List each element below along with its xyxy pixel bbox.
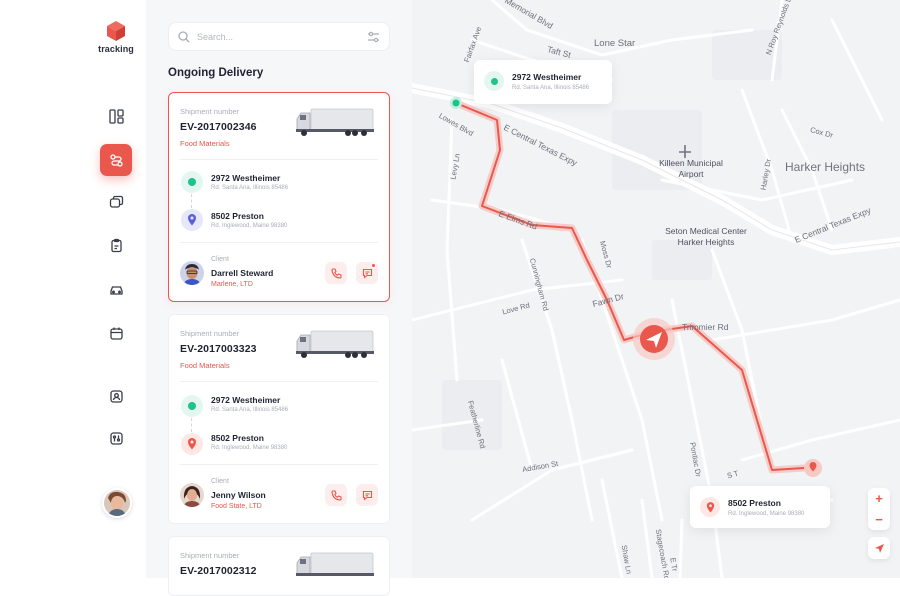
call-button[interactable] [325,484,347,506]
divider [180,381,378,382]
search-icon [178,30,190,42]
destination-address: Rd. Inglewood, Maine 98380 [211,445,288,451]
zoom-out-button[interactable]: − [868,509,890,530]
notification-dot [371,263,376,268]
destination-name: 8502 Preston [728,498,781,508]
destination-name: 8502 Preston [211,433,264,443]
origin-name: 2972 Westheimer [211,173,281,183]
zoom-in-button[interactable]: + [868,488,890,509]
origin-name: 2972 Westheimer [512,72,582,82]
origin-name: 2972 Westheimer [211,395,281,405]
shipment-card[interactable]: Shipment number EV-2017002312 [168,536,390,596]
shipment-number: EV-2017002346 [180,121,257,133]
car-icon [109,285,123,295]
client-name: Darrell Steward [211,268,274,278]
logo[interactable]: tracking [96,20,136,54]
section-title: Ongoing Delivery [168,67,264,79]
sidebar-item-settings[interactable] [100,422,132,454]
route-connector [191,418,192,432]
sidebar-item-tracking[interactable] [100,144,132,176]
map-label-harker: Harker Heights [785,160,866,174]
sidebar: tracking [0,0,146,578]
shipment-number: EV-2017003323 [180,343,257,355]
shipment-label: Shipment number [180,551,240,560]
divider [180,159,378,160]
delivery-panel: Search... Ongoing Delivery Shipment numb… [146,0,412,596]
divider [180,464,378,465]
truck-icon [296,108,374,136]
search-box[interactable]: Search... [168,22,390,51]
message-button[interactable] [356,484,378,506]
navigation-arrow-icon [874,543,884,553]
sidebar-item-dashboard[interactable] [100,100,132,132]
client-label: Client [211,478,229,485]
message-button[interactable] [356,262,378,284]
origin-info-card[interactable]: 2972 Westheimer Rd. Santa Ana, Illinois … [474,60,612,104]
messages-icon [109,195,123,208]
destination-pin-icon [181,433,203,455]
zoom-controls: + − [868,488,890,530]
sidebar-item-contacts[interactable] [100,380,132,412]
map-label: Lone Star [594,38,636,49]
truck-icon [296,330,374,358]
destination-name: 8502 Preston [211,211,264,221]
shipment-label: Shipment number [180,107,240,116]
destination-pin-icon [700,497,720,517]
client-avatar [180,261,204,285]
sidebar-item-vehicles[interactable] [100,273,132,305]
destination-pin-icon [181,209,203,231]
origin-marker-icon [484,71,504,91]
chat-icon [362,268,372,279]
map-label: Seton Medical Center Harker Heights [665,226,747,247]
call-button[interactable] [325,262,347,284]
destination-address: Rd. Inglewood, Maine 98380 [728,511,805,517]
origin-marker-icon [181,395,203,417]
user-avatar[interactable] [102,488,132,518]
divider [180,242,378,243]
destination-info-card[interactable]: 8502 Preston Rd. Inglewood, Maine 98380 [690,486,830,528]
map-label: Killeen Municipal Airport [659,158,723,179]
client-label: Client [211,256,229,263]
calendar-icon [109,327,123,340]
shipment-number: EV-2017002312 [180,565,257,577]
origin-address: Rd. Santa Ana, Illinois 85486 [211,185,289,191]
app-root: tracking Search... Ongoing Delivery Ship… [0,0,900,596]
shipment-card-selected[interactable]: Shipment number EV-2017002346 Food Mater… [168,92,390,302]
destination-address: Rd. Inglewood, Maine 98380 [211,223,288,229]
phone-icon [330,489,342,501]
shipment-label: Shipment number [180,329,240,338]
chat-icon [362,490,372,501]
contact-icon [109,389,123,403]
route-connector [191,194,192,208]
map-label: Trimmier Rd [682,322,729,332]
shipment-card[interactable]: Shipment number EV-2017003323 Food Mater… [168,314,390,524]
dashboard-icon [108,108,124,124]
client-name: Jenny Wilson [211,490,266,500]
locate-button[interactable] [868,537,890,559]
phone-icon [330,267,342,279]
sidebar-item-messages[interactable] [100,186,132,218]
clipboard-icon [110,238,122,252]
search-input[interactable]: Search... [197,32,367,42]
shipment-category: Food Materials [180,139,230,148]
origin-address: Rd. Santa Ana, Illinois 85486 [211,407,289,413]
route-icon [109,153,123,167]
map-view[interactable]: Memorial Blvd Lone Star Taft St N Roy Re… [412,0,900,578]
origin-address: Rd. Santa Ana, Illinois 85486 [512,85,590,91]
sidebar-item-calendar[interactable] [100,317,132,349]
sidebar-item-orders[interactable] [100,229,132,261]
client-company: Food State, LTD [211,503,262,510]
filter-icon[interactable] [367,31,380,43]
client-company: Marlene, LTD [211,281,253,288]
origin-marker-icon [181,171,203,193]
box-logo-icon [107,21,125,41]
shipment-category: Food Materials [180,361,230,370]
logo-text: tracking [98,44,134,54]
settings-icon [109,431,123,445]
client-avatar [180,483,204,507]
